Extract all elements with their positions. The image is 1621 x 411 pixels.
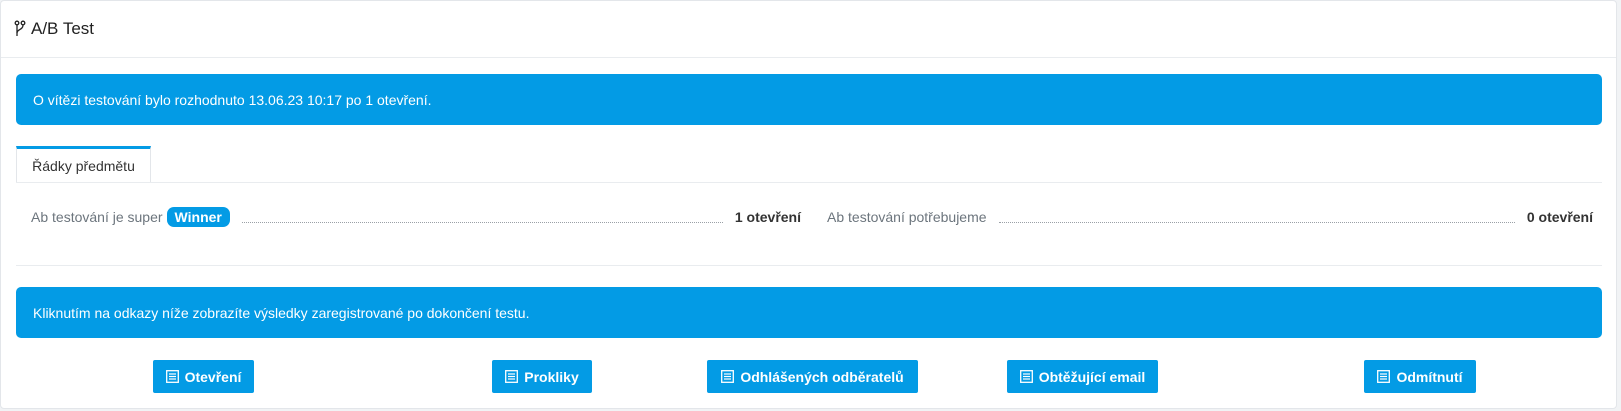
winner-info-alert: O vítězi testování bylo rozhodnuto 13.06… [16, 74, 1602, 125]
subject-line-label: Ab testování je super [31, 209, 163, 225]
spam-complaints-button[interactable]: Obtěžující email [1007, 360, 1158, 393]
page-title: A/B Test [31, 19, 94, 38]
winner-badge: Winner [166, 207, 230, 227]
opens-count: 1 otevření [734, 209, 801, 225]
unsubscribes-button[interactable]: Odhlášených odběratelů [707, 360, 918, 393]
list-icon [505, 370, 519, 383]
tab-divider [16, 182, 1602, 183]
spam-complaints-button-label: Obtěžující email [1038, 368, 1146, 385]
ab-test-card: A/B Test O vítězi testování bylo rozhodn… [0, 0, 1617, 409]
subject-line-label: Ab testování potřebujeme [827, 209, 987, 225]
results-info-alert: Kliknutím na odkazy níže zobrazíte výsle… [16, 287, 1602, 338]
tab-subject-lines[interactable]: Řádky předmětu [16, 146, 151, 183]
dotted-leader [998, 221, 1515, 223]
clicks-button[interactable]: Prokliky [492, 360, 592, 393]
opens-button-label: Otevření [184, 368, 242, 385]
list-icon [165, 370, 179, 383]
bounces-button[interactable]: Odmítnutí [1364, 360, 1476, 393]
bounces-button-label: Odmítnutí [1396, 368, 1463, 385]
list-icon [1377, 370, 1391, 383]
branch-icon [14, 20, 26, 38]
card-header: A/B Test [1, 1, 1616, 58]
subject-line-row: Ab testování potřebujeme 0 otevření [827, 205, 1593, 229]
opens-count: 0 otevření [1526, 209, 1593, 225]
section-divider [16, 265, 1602, 266]
unsubscribes-button-label: Odhlášených odběratelů [740, 368, 904, 385]
list-icon [1019, 370, 1033, 383]
dotted-leader [241, 221, 723, 223]
clicks-button-label: Prokliky [524, 368, 579, 385]
list-icon [721, 370, 735, 383]
opens-button[interactable]: Otevření [153, 360, 254, 393]
subject-line-row: Ab testování je super Winner 1 otevření [31, 205, 801, 229]
